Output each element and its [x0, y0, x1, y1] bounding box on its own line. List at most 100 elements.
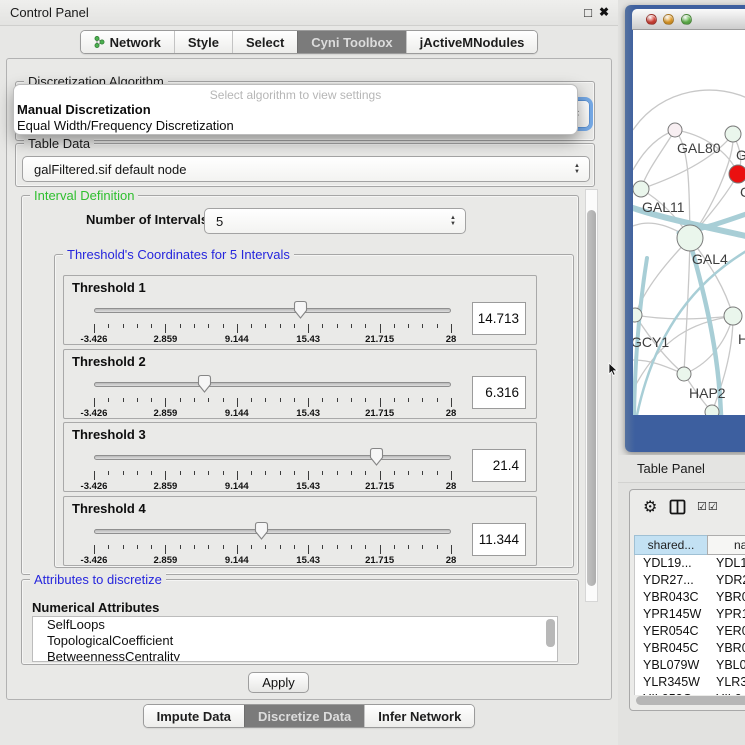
cell-shared-name[interactable]: YER054C [635, 623, 709, 640]
network-node[interactable] [677, 225, 703, 251]
number-of-intervals-combobox[interactable]: 5 ▲▼ [204, 208, 466, 234]
cell-name[interactable]: YBR0 [709, 640, 745, 657]
network-node[interactable] [724, 307, 742, 325]
gear-icon[interactable]: ⚙ [643, 498, 657, 518]
tab-select[interactable]: Select [232, 31, 297, 53]
slider-track[interactable] [94, 529, 451, 534]
threshold-value-field[interactable]: 6.316 [472, 376, 526, 409]
popup-item[interactable]: Manual Discretization [14, 102, 577, 118]
tab-label: Discretize Data [258, 709, 351, 724]
tick-mark [351, 545, 352, 549]
close-panel-icon[interactable]: ✖ [599, 0, 609, 25]
cell-name[interactable]: YER0 [709, 623, 745, 640]
table-data-combobox[interactable]: galFiltered.sif default node ▲▼ [22, 156, 590, 182]
cell-shared-name[interactable]: YBR043C [635, 589, 709, 606]
select-columns-icon[interactable]: ☑☑ [697, 500, 719, 513]
cell-shared-name[interactable]: YDL19... [635, 555, 709, 572]
cell-shared-name[interactable]: YBR045C [635, 640, 709, 657]
tick-label: 15.43 [296, 481, 320, 492]
apply-button[interactable]: Apply [248, 672, 309, 693]
float-window-icon[interactable]: □ [584, 0, 592, 25]
slider-track[interactable] [94, 455, 451, 460]
tick-mark [451, 398, 452, 407]
attribute-list-item[interactable]: BetweennessCentrality [33, 649, 557, 662]
slider-thumb[interactable] [368, 447, 385, 467]
minimize-button[interactable] [663, 14, 674, 25]
tab-style[interactable]: Style [174, 31, 232, 53]
tick-mark [165, 471, 166, 480]
tab-cyni-toolbox[interactable]: Cyni Toolbox [297, 31, 405, 53]
cell-name[interactable]: YIL0 [709, 691, 745, 695]
panel-scrollbar[interactable] [585, 189, 598, 602]
table-row[interactable]: YBR045C YBR0 [635, 640, 745, 657]
tab-discretize-data[interactable]: Discretize Data [244, 705, 364, 727]
attribute-list-item[interactable]: SelfLoops [33, 617, 557, 633]
slider-track[interactable] [94, 308, 451, 313]
cell-shared-name[interactable]: YBL079W [635, 657, 709, 674]
tab-infer-network[interactable]: Infer Network [364, 705, 474, 727]
slider-thumb[interactable] [253, 521, 270, 541]
cell-shared-name[interactable]: YLR345W [635, 674, 709, 691]
threshold-slider[interactable]: -3.4262.8599.14415.4321.71528 [94, 374, 451, 418]
tab-impute-data[interactable]: Impute Data [144, 705, 244, 727]
tick-mark [208, 471, 209, 475]
cell-shared-name[interactable]: YIL052C [635, 691, 709, 695]
cell-name[interactable]: YLR3 [709, 674, 745, 691]
tab-network[interactable]: Network [81, 31, 174, 53]
network-canvas[interactable]: GAL80GALCGAL11GAL4GCY1HHAP2 [633, 30, 745, 415]
table-row[interactable]: YDR27... YDR2 [635, 572, 745, 589]
tick-mark [365, 398, 366, 402]
threshold-slider[interactable]: -3.4262.8599.14415.4321.71528 [94, 300, 451, 344]
attributes-group: Attributes to discretize Numerical Attri… [21, 579, 579, 665]
tick-mark [351, 324, 352, 328]
table-hscrollbar-thumb[interactable] [636, 696, 745, 705]
column-header-shared-name[interactable]: shared... [634, 535, 708, 555]
network-node[interactable] [633, 308, 642, 322]
panel-scrollbar-thumb[interactable] [587, 210, 596, 586]
close-button[interactable] [646, 14, 657, 25]
network-node[interactable] [729, 165, 745, 183]
threshold-slider[interactable]: -3.4262.8599.14415.4321.71528 [94, 521, 451, 565]
table-row[interactable]: YPR145W YPR1 [635, 606, 745, 623]
tick-label: 2.859 [154, 481, 178, 492]
table-row[interactable]: YIL052C YIL0 [635, 691, 745, 695]
slider-thumb[interactable] [196, 374, 213, 394]
network-edge[interactable] [633, 90, 745, 130]
table-row[interactable]: YBR043C YBR0 [635, 589, 745, 606]
network-node[interactable] [677, 367, 691, 381]
table-row[interactable]: YBL079W YBL0 [635, 657, 745, 674]
slider-thumb[interactable] [292, 300, 309, 320]
tick-mark [180, 545, 181, 549]
network-node[interactable] [725, 126, 741, 142]
table-row[interactable]: YDL19... YDL1 [635, 555, 745, 572]
threshold-value-field[interactable]: 11.344 [472, 523, 526, 556]
cell-name[interactable]: YDR2 [709, 572, 745, 589]
threshold-value-field[interactable]: 14.713 [472, 302, 526, 335]
zoom-button[interactable] [681, 14, 692, 25]
threshold-panel: Threshold 1 -3.4262.8599.14415.4321.7152… [63, 275, 537, 345]
slider-track[interactable] [94, 382, 451, 387]
table-row[interactable]: YLR345W YLR3 [635, 674, 745, 691]
cell-name[interactable]: YBL0 [709, 657, 745, 674]
attribute-list-item[interactable]: TopologicalCoefficient [33, 633, 557, 649]
network-window-titlebar[interactable] [632, 9, 745, 30]
network-node[interactable] [705, 405, 719, 415]
tab-jactivemnodules[interactable]: jActiveMNodules [406, 31, 538, 53]
tick-mark [322, 398, 323, 402]
columns-icon[interactable] [669, 499, 686, 515]
table-row[interactable]: YER054C YER0 [635, 623, 745, 640]
cell-name[interactable]: YBR0 [709, 589, 745, 606]
list-scrollbar-thumb[interactable] [546, 619, 555, 647]
cell-name[interactable]: YDL1 [709, 555, 745, 572]
popup-item[interactable]: Equal Width/Frequency Discretization [14, 118, 577, 134]
threshold-value-field[interactable]: 21.4 [472, 449, 526, 482]
threshold-slider[interactable]: -3.4262.8599.14415.4321.71528 [94, 447, 451, 491]
tick-mark [151, 545, 152, 549]
cell-shared-name[interactable]: YPR145W [635, 606, 709, 623]
cell-shared-name[interactable]: YDR27... [635, 572, 709, 589]
network-node[interactable] [633, 181, 649, 197]
cell-name[interactable]: YPR1 [709, 606, 745, 623]
network-node[interactable] [668, 123, 682, 137]
column-header-name[interactable]: na [707, 535, 745, 555]
numerical-attributes-list[interactable]: SelfLoopsTopologicalCoefficientBetweenne… [32, 616, 558, 662]
